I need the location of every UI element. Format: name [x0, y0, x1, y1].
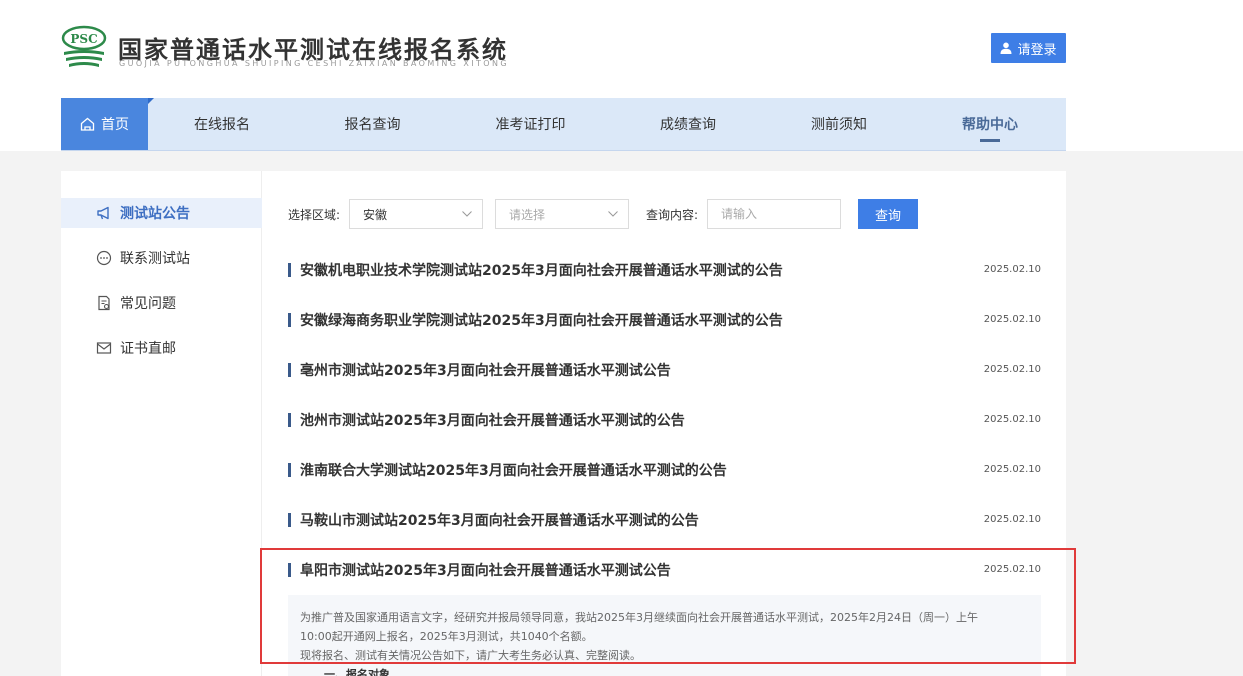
- list-item-title: 亳州市测试站2025年3月面向社会开展普通话水平测试公告: [300, 363, 671, 379]
- list-item[interactable]: 安徽机电职业技术学院测试站2025年3月面向社会开展普通话水平测试的公告 202…: [288, 258, 1041, 282]
- list-item-marker: [288, 513, 291, 527]
- region-label: 选择区域:: [288, 208, 341, 222]
- list-item[interactable]: 池州市测试站2025年3月面向社会开展普通话水平测试的公告 2025.02.10: [288, 408, 1041, 432]
- chevron-down-icon: [462, 211, 472, 217]
- list-item-title: 安徽绿海商务职业学院测试站2025年3月面向社会开展普通话水平测试的公告: [300, 313, 783, 329]
- sidebar-item-announcements[interactable]: 测试站公告: [61, 198, 262, 228]
- list-item-date: 2025.02.10: [983, 514, 1041, 525]
- list-item-title: 马鞍山市测试站2025年3月面向社会开展普通话水平测试的公告: [300, 513, 699, 529]
- list-item-marker: [288, 363, 291, 377]
- sub-region-placeholder: 请选择: [509, 207, 546, 222]
- region-select[interactable]: 安徽: [349, 199, 483, 229]
- svg-text:PSC: PSC: [70, 32, 97, 46]
- sub-region-select[interactable]: 请选择: [495, 199, 629, 229]
- list-item[interactable]: 淮南联合大学测试站2025年3月面向社会开展普通话水平测试的公告 2025.02…: [288, 458, 1041, 482]
- list-item[interactable]: 马鞍山市测试站2025年3月面向社会开展普通话水平测试的公告 2025.02.1…: [288, 508, 1041, 532]
- sidebar-item-label: 联系测试站: [120, 251, 190, 267]
- home-icon: [80, 117, 95, 131]
- list-item-date: 2025.02.10: [983, 314, 1041, 325]
- list-item-title: 安徽机电职业技术学院测试站2025年3月面向社会开展普通话水平测试的公告: [300, 263, 783, 279]
- sidebar-item-certificate-mail[interactable]: 证书直邮: [61, 333, 262, 363]
- login-label: 请登录: [1017, 42, 1057, 58]
- list-item-marker: [288, 563, 291, 577]
- detail-line: 为推广普及国家通用语言文字，经研究并报局领导同意，我站2025年3月继续面向社会…: [300, 611, 978, 624]
- mail-icon: [96, 342, 112, 354]
- chat-icon: [96, 250, 112, 266]
- nav-admission-ticket[interactable]: 准考证打印: [449, 98, 612, 150]
- list-item-title: 阜阳市测试站2025年3月面向社会开展普通话水平测试公告: [300, 563, 671, 579]
- nav-help-center[interactable]: 帮助中心: [914, 98, 1066, 150]
- nav-pre-test-notes[interactable]: 测前须知: [764, 98, 914, 150]
- site-subtitle: GUOJIA PUTONGHUA SHUIPING CESHI ZAIXIAN …: [119, 59, 509, 68]
- megaphone-icon: [97, 206, 109, 220]
- sidebar-item-label: 常见问题: [120, 296, 176, 312]
- detail-line: 现将报名、测试有关情况公告如下，请广大考生务必认真、完整阅读。: [300, 649, 641, 662]
- sidebar-item-contact[interactable]: 联系测试站: [61, 243, 262, 273]
- query-label: 查询内容:: [646, 208, 699, 222]
- user-icon: [1000, 42, 1012, 54]
- list-item-marker: [288, 413, 291, 427]
- filter-bar: 选择区域: 安徽 请选择 查询内容: 查询: [288, 199, 1048, 229]
- list-item[interactable]: 亳州市测试站2025年3月面向社会开展普通话水平测试公告 2025.02.10: [288, 358, 1041, 382]
- nav-home[interactable]: 首页: [61, 98, 154, 150]
- query-button[interactable]: 查询: [858, 199, 918, 229]
- list-item-expanded[interactable]: 阜阳市测试站2025年3月面向社会开展普通话水平测试公告 2025.02.10: [288, 558, 1041, 582]
- header: PSC 国家普通话水平测试在线报名系统 GUOJIA PUTONGHUA SHU…: [0, 0, 1243, 98]
- list-item-marker: [288, 313, 291, 327]
- list-item-date: 2025.02.10: [983, 414, 1041, 425]
- list-item-date: 2025.02.10: [983, 264, 1041, 275]
- nav-home-label: 首页: [101, 117, 129, 133]
- login-button[interactable]: 请登录: [991, 33, 1066, 63]
- psc-logo: PSC: [61, 25, 107, 67]
- nav-registration-query[interactable]: 报名查询: [296, 98, 449, 150]
- list-item-title: 池州市测试站2025年3月面向社会开展普通话水平测试的公告: [300, 413, 685, 429]
- list-item[interactable]: 安徽绿海商务职业学院测试站2025年3月面向社会开展普通话水平测试的公告 202…: [288, 308, 1041, 332]
- announcement-detail: 为推广普及国家通用语言文字，经研究并报局领导同意，我站2025年3月继续面向社会…: [288, 595, 1041, 676]
- region-select-value: 安徽: [363, 207, 388, 222]
- sidebar: 测试站公告 联系测试站 常见问题 证书直邮: [61, 171, 262, 676]
- list-item-date: 2025.02.10: [983, 564, 1041, 575]
- detail-section-heading: 一、报名对象: [324, 668, 390, 676]
- list-item-marker: [288, 463, 291, 477]
- query-input[interactable]: [707, 199, 841, 229]
- chevron-down-icon: [608, 211, 618, 217]
- sidebar-item-label: 测试站公告: [120, 206, 190, 222]
- list-item-date: 2025.02.10: [983, 464, 1041, 475]
- nav-online-registration[interactable]: 在线报名: [148, 98, 296, 150]
- list-item-title: 淮南联合大学测试站2025年3月面向社会开展普通话水平测试的公告: [300, 463, 727, 479]
- list-item-marker: [288, 263, 291, 277]
- main-nav: 首页 在线报名 报名查询 准考证打印 成绩查询 测前须知 帮助中心: [61, 98, 1066, 150]
- sidebar-item-label: 证书直邮: [120, 341, 176, 357]
- nav-score-query[interactable]: 成绩查询: [612, 98, 764, 150]
- list-item-date: 2025.02.10: [983, 364, 1041, 375]
- detail-line: 10:00起开通网上报名，2025年3月测试，共1040个名额。: [300, 630, 593, 643]
- sidebar-item-faq[interactable]: 常见问题: [61, 288, 262, 318]
- faq-icon: [98, 295, 110, 311]
